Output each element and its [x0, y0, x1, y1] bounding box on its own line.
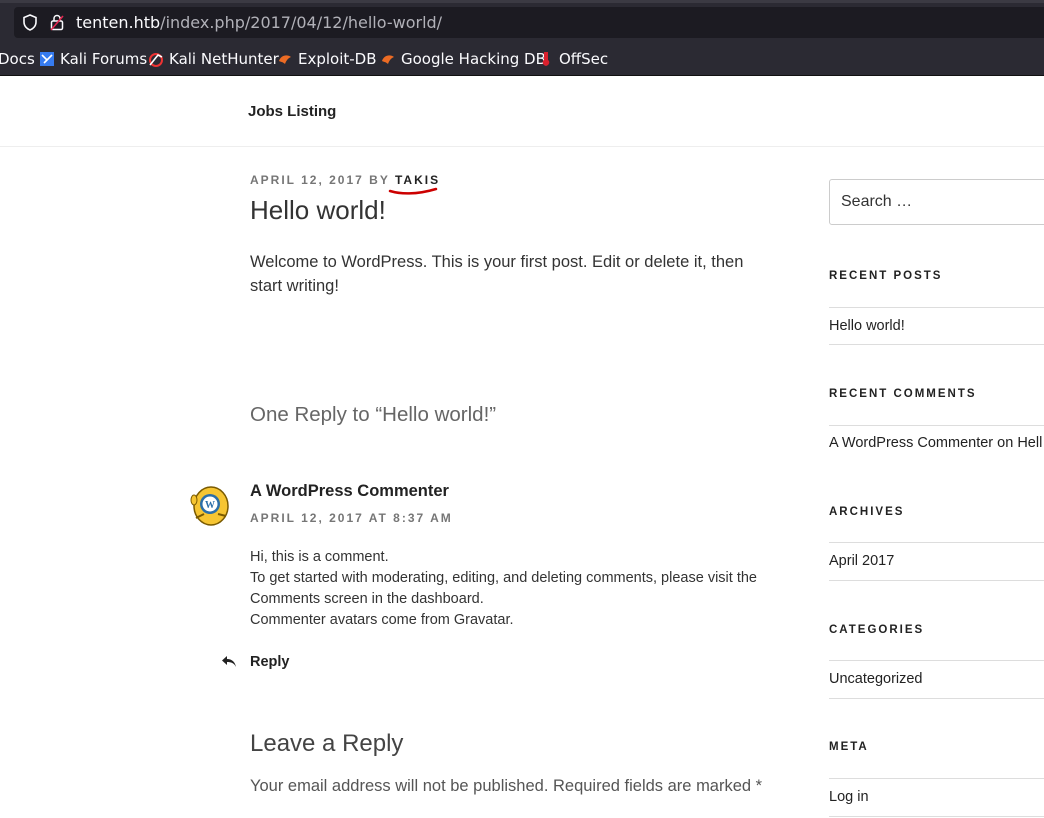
recent-comment-author-link[interactable]: A WordPress Commenter: [829, 435, 993, 451]
bookmark-label: OffSec: [559, 50, 609, 68]
commenter-avatar: W: [190, 486, 229, 526]
post-title: Hello world!: [250, 195, 386, 225]
comment-author[interactable]: A WordPress Commenter: [250, 482, 449, 501]
exploit-db-icon: [279, 55, 291, 64]
bookmark-docs[interactable]: Docs: [0, 50, 35, 68]
offsec-icon: [542, 52, 550, 66]
bookmark-kali-forums[interactable]: Kali Forums: [39, 50, 147, 68]
url-path: /index.php/2017/04/12/hello-world/: [160, 13, 443, 32]
site-title[interactable]: Jobs Listing: [248, 103, 336, 120]
kali-forums-icon: [40, 52, 54, 66]
bookmark-label: Exploit-DB: [298, 50, 377, 68]
bookmark-label: Google Hacking DB: [401, 50, 546, 68]
widget-divider: [829, 542, 1044, 543]
comments-title: One Reply to “Hello world!”: [250, 403, 497, 426]
post-meta: APRIL 12, 2017 BY TAKIS: [250, 173, 440, 187]
recent-post-link[interactable]: Hello world!: [829, 318, 905, 334]
recent-comment-post-link[interactable]: Hell: [1017, 435, 1042, 451]
widget-divider: [829, 698, 1044, 699]
red-annotation-underline: [388, 187, 438, 195]
url-text[interactable]: tenten.htb/index.php/2017/04/12/hello-wo…: [76, 13, 442, 32]
widget-divider: [829, 778, 1044, 779]
bookmark-exploit-db[interactable]: Exploit-DB: [277, 50, 377, 68]
google-hacking-db-icon: [382, 55, 394, 64]
archive-link[interactable]: April 2017: [829, 553, 894, 569]
bookmark-kali-nethunter[interactable]: Kali NetHunter: [148, 50, 279, 68]
svg-text:W: W: [205, 500, 215, 511]
comment-line: Hi, this is a comment.: [250, 549, 389, 565]
comment-line: To get started with moderating, editing,…: [250, 570, 757, 607]
post-by: BY: [369, 173, 390, 187]
recent-comment-on: on: [997, 435, 1014, 451]
comment-date[interactable]: APRIL 12, 2017 AT 8:37 AM: [250, 511, 453, 525]
bookmark-label: Kali NetHunter: [169, 50, 279, 68]
reply-arrow-icon[interactable]: [221, 654, 237, 668]
shield-icon[interactable]: [22, 14, 38, 31]
bookmark-label: Kali Forums: [60, 50, 148, 68]
widget-divider: [829, 580, 1044, 581]
post-content: Welcome to WordPress. This is your first…: [250, 253, 744, 295]
widget-title-archives: ARCHIVES: [829, 506, 905, 518]
search-box[interactable]: [829, 179, 1044, 225]
widget-divider: [829, 344, 1044, 345]
post-author-link[interactable]: TAKIS: [395, 173, 440, 187]
bookmark-offsec[interactable]: OffSec: [538, 50, 608, 68]
search-input[interactable]: [841, 193, 1041, 211]
widget-divider: [829, 307, 1044, 308]
comment-body: Hi, this is a comment. To get started wi…: [250, 547, 790, 631]
meta-login-link[interactable]: Log in: [829, 789, 869, 805]
post-date[interactable]: APRIL 12, 2017: [250, 173, 364, 187]
kali-nethunter-icon: [149, 53, 163, 67]
header-divider: [0, 146, 1044, 147]
bookmark-label: Docs: [0, 50, 35, 68]
url-host: tenten.htb: [76, 13, 161, 32]
bookmark-google-hacking-db[interactable]: Google Hacking DB: [380, 50, 546, 68]
widget-divider: [829, 660, 1044, 661]
comment-line: Commenter avatars come from Gravatar.: [250, 612, 514, 628]
recent-comment-item: A WordPress Commenter on Hell: [829, 435, 1042, 451]
widget-divider: [829, 425, 1044, 426]
category-link[interactable]: Uncategorized: [829, 671, 923, 687]
widget-divider: [829, 816, 1044, 817]
widget-title-categories: CATEGORIES: [829, 624, 925, 636]
widget-title-recent-comments: RECENT COMMENTS: [829, 388, 977, 400]
leave-reply-title: Leave a Reply: [250, 730, 404, 757]
reply-link[interactable]: Reply: [250, 654, 290, 670]
required-fields-note: Your email address will not be published…: [250, 777, 763, 795]
widget-title-meta: META: [829, 741, 869, 753]
lock-insecure-icon[interactable]: [50, 14, 64, 31]
widget-title-recent-posts: RECENT POSTS: [829, 270, 943, 282]
